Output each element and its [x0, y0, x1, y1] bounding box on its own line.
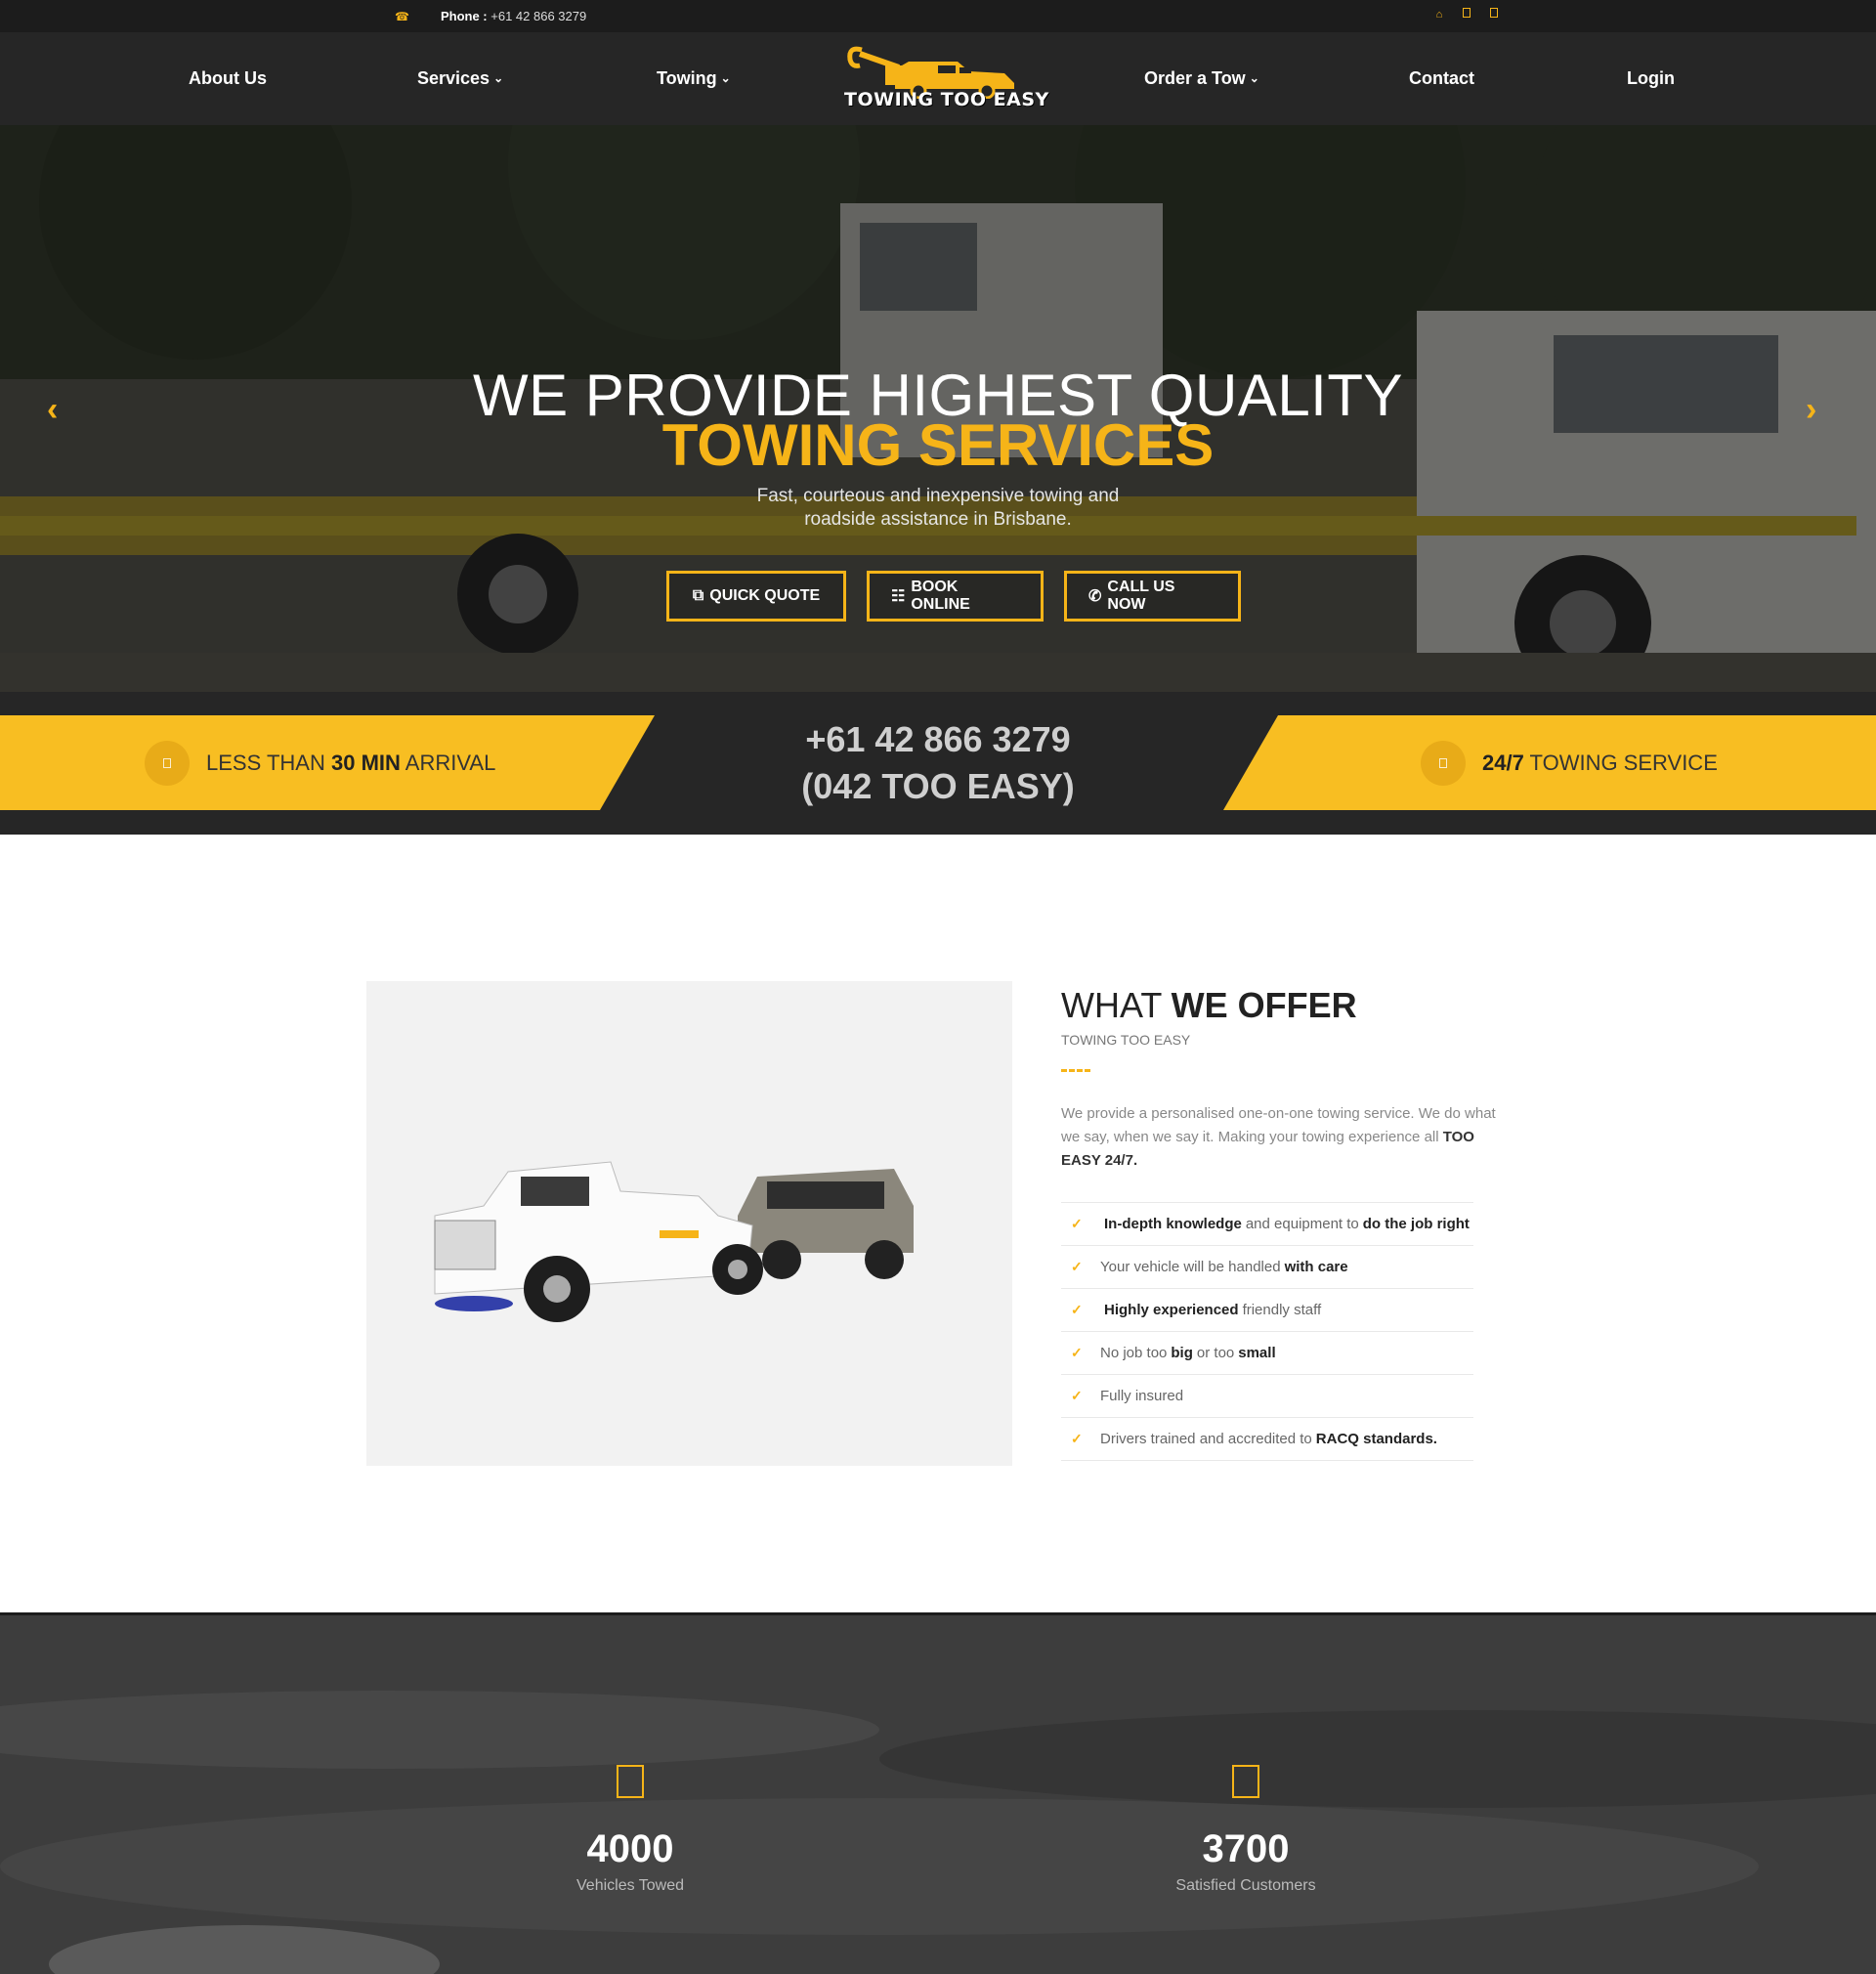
phone-label: Phone : — [440, 9, 488, 23]
stat-value: 4000 — [586, 1827, 674, 1870]
offer-description: We provide a personalised one-on-one tow… — [1061, 1105, 1496, 1169]
chevron-down-icon: ⌄ — [493, 71, 504, 85]
external-link-icon: ⧉ — [692, 587, 704, 604]
stats-top-border — [0, 1612, 1876, 1615]
check-icon: ✓ — [1071, 1345, 1083, 1360]
phone-value[interactable]: +61 42 866 3279 — [490, 9, 586, 23]
speed-icon: ☷ — [891, 588, 906, 605]
list-item: ✓ Fully insured — [1061, 1375, 1473, 1418]
check-icon: ✓ — [1071, 1431, 1083, 1446]
stat-satisfied-customers: 3700 Satisfied Customers — [1099, 1765, 1392, 1895]
list-item: ✓ Drivers trained and accredited to RACQ s… — [1061, 1418, 1473, 1461]
check-icon: ✓ — [1071, 1259, 1083, 1274]
top-bar: ☎ Phone : +61 42 866 3279 ⌂ — [0, 0, 1876, 32]
main-navigation: About Us Services ⌄ Towing ⌄ TOWING TOO EA… — [0, 32, 1876, 125]
check-icon: ✓ — [1071, 1216, 1083, 1231]
nav-contact[interactable]: Contact — [1409, 68, 1474, 89]
button-label: QUICK QUOTE — [709, 587, 821, 604]
service-band: 24/7 TOWING SERVICE — [1223, 715, 1876, 810]
call-us-now-button[interactable]: ✆ CALL US NOW — [1064, 571, 1241, 622]
chevron-down-icon: ⌄ — [1249, 71, 1259, 85]
service-text: 24/7 TOWING SERVICE — [1482, 751, 1718, 775]
nav-label: Login — [1627, 68, 1675, 88]
check-icon: ✓ — [1071, 1302, 1083, 1317]
nav-label: Order a Tow — [1144, 68, 1246, 88]
check-icon: ✓ — [1071, 1388, 1083, 1403]
stats-background-image — [0, 1612, 1876, 1974]
what-we-offer: WHAT WE OFFER TOWING TOO EASY We provide… — [1061, 981, 1520, 1461]
nav-label: Towing — [657, 68, 717, 88]
list-item: ✓ Highly experienced friendly staff — [1061, 1289, 1473, 1332]
info-strip: LESS THAN 30 MIN ARRIVAL +61 42 866 3279… — [0, 692, 1876, 835]
facebook-icon[interactable] — [1460, 8, 1473, 21]
phone-icon: ✆ — [1088, 588, 1102, 605]
nav-label: Services — [417, 68, 490, 88]
list-item: ✓ Your vehicle will be handled with care — [1061, 1246, 1473, 1289]
home-icon[interactable]: ⌂ — [1432, 8, 1446, 21]
stats-section: 4000 Vehicles Towed 3700 Satisfied Custo… — [0, 1612, 1876, 1974]
hero-buttons: ⧉ QUICK QUOTE ☷ BOOK ONLINE ✆ CALL US NO… — [666, 571, 1241, 622]
hero-title-highlight: TOWING SERVICES — [661, 412, 1215, 478]
nav-about-us[interactable]: About Us — [189, 68, 267, 89]
offer-image — [366, 981, 1012, 1466]
nav-towing[interactable]: Towing ⌄ — [657, 68, 731, 89]
logo-text: TOWING TOO EASY — [844, 89, 1049, 110]
site-logo[interactable]: TOWING TOO EASY — [840, 40, 1048, 118]
chevron-down-icon: ⌄ — [720, 71, 731, 85]
list-item: ✓ In-depth knowledge and equipment to do th… — [1061, 1203, 1473, 1246]
topbar-phone: ☎ Phone : +61 42 866 3279 — [395, 9, 586, 23]
vehicle-icon — [617, 1765, 644, 1798]
heading-divider — [1061, 1069, 1090, 1073]
quick-quote-button[interactable]: ⧉ QUICK QUOTE — [666, 571, 846, 622]
phone-icon: ☎ — [395, 9, 409, 23]
tow-truck-photo — [366, 981, 1012, 1466]
customers-icon — [1232, 1765, 1259, 1798]
offer-heading: WHAT WE OFFER — [1061, 985, 1357, 1025]
book-online-button[interactable]: ☷ BOOK ONLINE — [867, 571, 1044, 622]
nav-label: About Us — [189, 68, 267, 88]
stat-caption: Vehicles Towed — [576, 1877, 684, 1894]
stat-caption: Satisfied Customers — [1175, 1877, 1316, 1894]
social-links: ⌂ — [1432, 8, 1501, 21]
button-label: BOOK ONLINE — [911, 579, 970, 613]
nav-services[interactable]: Services ⌄ — [417, 68, 503, 89]
nav-label: Contact — [1409, 68, 1474, 88]
nav-order-a-tow[interactable]: Order a Tow ⌄ — [1144, 68, 1259, 89]
stat-value: 3700 — [1202, 1827, 1290, 1870]
button-label: CALL US NOW — [1107, 579, 1175, 613]
feature-list: ✓ In-depth knowledge and equipment to do th… — [1061, 1202, 1473, 1461]
offer-subheading: TOWING TOO EASY — [1061, 1032, 1191, 1048]
nav-login[interactable]: Login — [1627, 68, 1675, 89]
list-item: ✓ No job too big or too small — [1061, 1332, 1473, 1375]
instagram-icon[interactable] — [1487, 8, 1501, 21]
hero-subtitle: Fast, courteous and inexpensive towing a… — [756, 486, 1120, 530]
truck-icon — [1421, 741, 1466, 786]
hero-slider: ‹ › WE PROVIDE HIGHEST QUALITY TOWING SE… — [0, 125, 1876, 692]
stat-vehicles-towed: 4000 Vehicles Towed — [484, 1765, 777, 1895]
